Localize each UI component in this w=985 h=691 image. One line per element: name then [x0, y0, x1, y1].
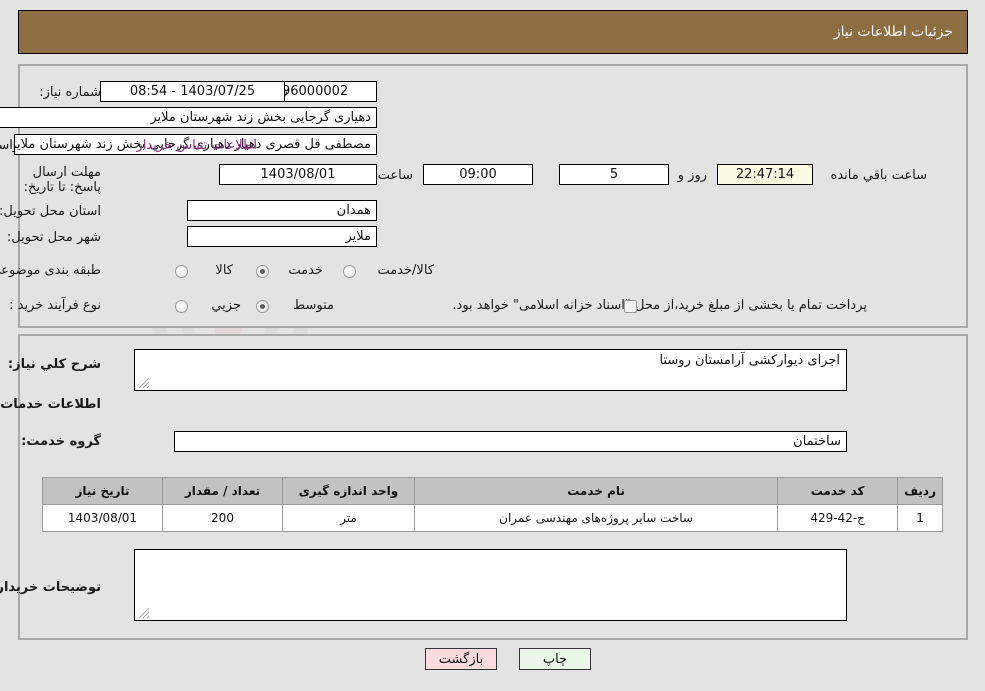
page-title-bar: جزئیات اطلاعات نیاز [18, 10, 968, 54]
services-section-title: اطلاعات خدمات مورد نیاز [0, 397, 101, 412]
purchase-process-label: نوع فرآیند خرید : [9, 298, 101, 313]
category-radio-service[interactable] [256, 265, 269, 278]
back-button[interactable]: بازگشت [425, 648, 497, 670]
table-header-row: ردیف کد خدمت نام خدمت واحد اندازه گیری ت… [42, 477, 943, 505]
print-button[interactable]: چاپ [519, 648, 591, 670]
resize-grip-icon[interactable] [138, 377, 150, 389]
category-radio-goods-service[interactable] [343, 265, 356, 278]
page-title: جزئیات اطلاعات نیاز [833, 24, 953, 40]
deadline-label: مهلت ارسال پاسخ: تا تاریخ: [23, 165, 101, 195]
th-qty: تعداد / مقدار [162, 477, 283, 505]
delivery-city-label: شهر محل تحویل: [6, 230, 101, 245]
cell-name: ساخت سایر پروژه‌های مهندسی عمران [413, 504, 779, 532]
treasury-bonds-checkbox[interactable] [624, 300, 637, 313]
general-desc-label: شرح کلي نیاز: [7, 357, 101, 372]
page-root: AriaTender.net جزئیات اطلاعات نیاز شماره… [0, 0, 985, 691]
cell-date: 1403/08/01 [42, 504, 163, 532]
delivery-city-field[interactable]: ملایر [187, 226, 377, 247]
buyer-org-field[interactable]: دهیاری گرجایی بخش زند شهرستان ملایر [0, 107, 377, 128]
resize-grip-icon[interactable] [138, 607, 150, 619]
buyer-notes-textarea[interactable] [134, 549, 847, 621]
cell-row: 1 [897, 504, 943, 532]
treasury-bonds-note: پرداخت تمام یا بخشی از مبلغ خرید،از محل … [452, 298, 867, 313]
category-radio-goods[interactable] [175, 265, 188, 278]
category-label: طبقه بندی موضوعی: [0, 263, 101, 278]
deadline-time-field[interactable]: 09:00 [423, 164, 533, 185]
need-number-label: شماره نیاز: [39, 85, 101, 100]
purchase-process-radio-medium[interactable] [256, 300, 269, 313]
need-info-panel [18, 64, 968, 328]
service-group-label: گروه خدمت: [21, 434, 101, 449]
table-row: 1 ج-42-429 ساخت سایر پروژه‌های مهندسی عم… [42, 504, 943, 532]
services-table: ردیف کد خدمت نام خدمت واحد اندازه گیری ت… [42, 477, 943, 532]
th-code: کد خدمت [777, 477, 899, 505]
category-option-goods-service: کالا/خدمت [377, 263, 434, 278]
deadline-date-field[interactable]: 1403/08/01 [219, 164, 377, 185]
th-unit: واحد اندازه گیری [282, 477, 415, 505]
service-group-field[interactable]: ساختمان [174, 431, 847, 452]
purchase-process-radio-minor[interactable] [175, 300, 188, 313]
cell-qty: 200 [162, 504, 283, 532]
purchase-process-option-minor: جزیي [211, 298, 241, 313]
deadline-time-label: ساعت [377, 168, 413, 183]
th-row: ردیف [897, 477, 943, 505]
category-option-goods: کالا [215, 263, 233, 278]
countdown-field: 22:47:14 [717, 164, 813, 185]
announce-datetime-field[interactable]: 1403/07/25 - 08:54 [100, 81, 285, 102]
purchase-process-option-medium: متوسط [293, 298, 334, 313]
th-date: تاریخ نیاز [42, 477, 163, 505]
buyer-contact-link[interactable]: اطلاعات تماس خریدار [137, 138, 257, 154]
deadline-days-field[interactable]: 5 [559, 164, 669, 185]
general-desc-textarea[interactable]: اجرای دیوارکشی آرامستان روستا [134, 349, 847, 391]
countdown-label: ساعت باقي مانده [830, 168, 927, 183]
th-name: نام خدمت [413, 477, 779, 505]
deadline-days-label: روز و [677, 168, 707, 183]
cell-unit: متر [282, 504, 415, 532]
cell-code: ج-42-429 [777, 504, 899, 532]
category-option-service: خدمت [288, 263, 323, 278]
delivery-province-field[interactable]: همدان [187, 200, 377, 221]
delivery-province-label: استان محل تحویل: [0, 204, 101, 219]
buyer-notes-label: توضیحات خریدار: [0, 580, 101, 595]
general-desc-value: اجرای دیوارکشی آرامستان روستا [659, 353, 840, 368]
